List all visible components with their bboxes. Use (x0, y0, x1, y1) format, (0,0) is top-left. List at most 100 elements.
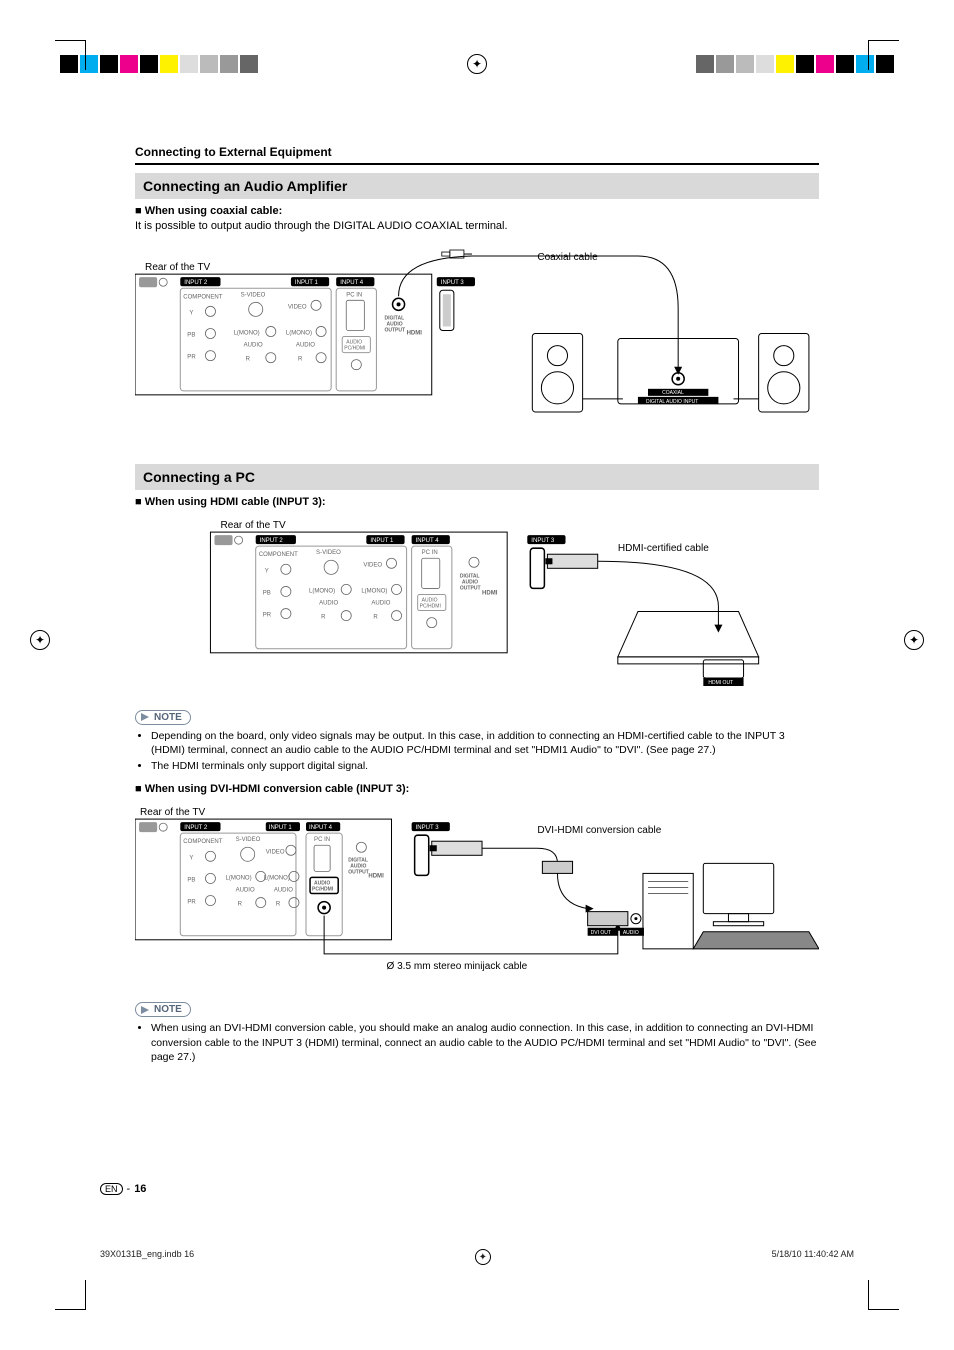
subheading-coaxial: When using coaxial cable: (135, 205, 819, 217)
label-coaxial: COAXIAL (662, 390, 684, 396)
svg-text:PC/HDMI: PC/HDMI (420, 603, 441, 609)
svg-text:VIDEO: VIDEO (266, 850, 285, 856)
svg-text:S-VIDEO: S-VIDEO (241, 292, 266, 298)
svg-text:INPUT 1: INPUT 1 (370, 538, 394, 544)
svg-text:Y: Y (189, 310, 193, 316)
svg-text:L(MONO): L(MONO) (264, 876, 290, 882)
print-footer: 39X0131B_eng.indb 16 ✦ 5/18/10 11:40:42 … (100, 1249, 854, 1265)
color-blocks-right (696, 55, 894, 73)
svg-text:INPUT 3: INPUT 3 (416, 826, 440, 832)
label-rear-tv: Rear of the TV (140, 808, 205, 819)
svg-text:INPUT 4: INPUT 4 (309, 826, 333, 832)
svg-text:R: R (238, 902, 243, 908)
printer-color-bar: ✦ (60, 55, 894, 73)
svg-text:INPUT 2: INPUT 2 (184, 826, 208, 832)
svg-text:R: R (373, 615, 378, 621)
svg-text:HDMI: HDMI (482, 590, 498, 596)
list-item: Depending on the board, only video signa… (151, 729, 819, 757)
footer-filename: 39X0131B_eng.indb 16 (100, 1249, 194, 1265)
list-item: The HDMI terminals only support digital … (151, 759, 819, 773)
label-dvi-cable: DVI-HDMI conversion cable (537, 826, 661, 837)
note-list-1: Depending on the board, only video signa… (135, 729, 819, 774)
svg-text:PC/HDMI: PC/HDMI (344, 345, 365, 351)
subheading-dvi: When using DVI-HDMI conversion cable (IN… (135, 783, 819, 795)
label-hdmi-cable: HDMI-certified cable (618, 543, 709, 554)
svg-text:VIDEO: VIDEO (288, 304, 307, 310)
svg-text:COMPONENT: COMPONENT (259, 552, 298, 558)
svg-text:COMPONENT: COMPONENT (183, 840, 222, 846)
note-badge: NOTE (135, 710, 191, 725)
color-blocks-left (60, 55, 258, 73)
registration-mark-top: ✦ (467, 54, 487, 74)
label-coaxial-cable: Coaxial cable (537, 252, 598, 263)
label-minijack: Ø 3.5 mm stereo minijack cable (386, 961, 527, 972)
page-content: Connecting to External Equipment Connect… (135, 145, 819, 1230)
svg-text:PB: PB (187, 332, 195, 338)
label-digital-audio-input: DIGITAL AUDIO INPUT (646, 399, 698, 405)
svg-text:R: R (246, 356, 251, 362)
svg-text:INPUT 1: INPUT 1 (295, 280, 319, 286)
label-hdmi-out: HDMI OUT (708, 680, 733, 686)
diagram-hdmi-pc: Rear of the TV INPUT 2 COMPONENT Y PB PR… (135, 516, 819, 687)
svg-text:PC IN: PC IN (314, 838, 330, 844)
svg-text:PR: PR (263, 613, 272, 619)
note-list-2: When using an DVI-HDMI conversion cable,… (135, 1021, 819, 1064)
divider (135, 163, 819, 165)
label-rear-tv: Rear of the TV (221, 520, 286, 531)
diagram-coaxial: Coaxial cable Rear of the TV INPUT 2 COM… (135, 248, 819, 439)
label-dvi-out: DVI OUT (591, 930, 611, 936)
registration-mark-left: ✦ (30, 630, 50, 650)
footer-timestamp: 5/18/10 11:40:42 AM (772, 1249, 854, 1265)
section-heading-amplifier: Connecting an Audio Amplifier (135, 173, 819, 199)
svg-text:INPUT 2: INPUT 2 (184, 280, 208, 286)
diagram-dvi-pc: Rear of the TV INPUT 2 COMPONENT Y PB PR… (135, 803, 819, 979)
svg-text:AUDIO: AUDIO (296, 342, 315, 348)
body-text: It is possible to output audio through t… (135, 219, 819, 234)
svg-text:AUDIO: AUDIO (319, 600, 338, 606)
svg-text:PR: PR (187, 354, 196, 360)
breadcrumb: Connecting to External Equipment (135, 145, 819, 159)
note-icon (140, 1005, 150, 1015)
svg-text:R: R (321, 615, 326, 621)
svg-text:R: R (298, 356, 303, 362)
section-heading-pc: Connecting a PC (135, 464, 819, 490)
svg-text:L(MONO): L(MONO) (286, 330, 312, 336)
note-label: NOTE (154, 1004, 182, 1015)
page-number: EN - 16 (100, 1183, 146, 1195)
svg-text:OUTPUT: OUTPUT (460, 585, 482, 591)
svg-text:HDMI: HDMI (407, 330, 423, 336)
svg-text:INPUT 4: INPUT 4 (416, 538, 440, 544)
svg-text:PB: PB (187, 878, 195, 884)
svg-text:R: R (276, 902, 281, 908)
svg-text:OUTPUT: OUTPUT (348, 870, 370, 876)
svg-text:L(MONO): L(MONO) (361, 588, 387, 594)
svg-text:INPUT 3: INPUT 3 (441, 280, 465, 286)
lang-badge: EN (100, 1183, 123, 1195)
svg-text:L(MONO): L(MONO) (309, 588, 335, 594)
note-label: NOTE (154, 712, 182, 723)
svg-text:AUDIO: AUDIO (274, 888, 293, 894)
svg-text:L(MONO): L(MONO) (234, 330, 260, 336)
registration-mark-bottom: ✦ (475, 1249, 491, 1265)
svg-text:INPUT 2: INPUT 2 (260, 538, 284, 544)
svg-text:Y: Y (189, 856, 193, 862)
svg-text:S-VIDEO: S-VIDEO (316, 550, 341, 556)
svg-text:AUDIO: AUDIO (371, 600, 390, 606)
svg-text:L(MONO): L(MONO) (226, 876, 252, 882)
note-badge: NOTE (135, 1002, 191, 1017)
svg-text:INPUT 4: INPUT 4 (340, 280, 364, 286)
svg-text:VIDEO: VIDEO (363, 562, 382, 568)
svg-text:PB: PB (263, 590, 271, 596)
note-icon (140, 712, 150, 722)
svg-text:AUDIO: AUDIO (236, 888, 255, 894)
svg-text:INPUT 1: INPUT 1 (269, 826, 293, 832)
svg-text:INPUT 3: INPUT 3 (531, 538, 555, 544)
svg-text:S-VIDEO: S-VIDEO (236, 838, 261, 844)
svg-text:PC IN: PC IN (422, 550, 438, 556)
svg-text:PR: PR (187, 900, 196, 906)
list-item: When using an DVI-HDMI conversion cable,… (151, 1021, 819, 1064)
registration-mark-right: ✦ (904, 630, 924, 650)
svg-text:HDMI: HDMI (368, 874, 384, 880)
label-rear-tv: Rear of the TV (145, 262, 210, 273)
subheading-hdmi: When using HDMI cable (INPUT 3): (135, 496, 819, 508)
